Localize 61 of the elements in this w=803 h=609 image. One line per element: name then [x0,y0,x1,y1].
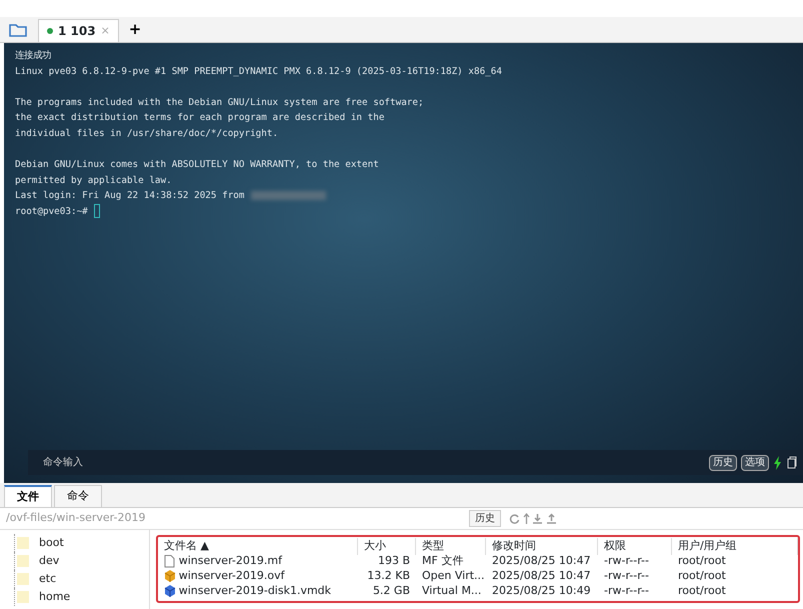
table-cell-text: 193 B [376,553,411,569]
column-header[interactable]: 修改时间 [486,538,598,554]
up-arrow-icon[interactable] [522,513,530,524]
column-header[interactable]: 大小 [358,538,416,554]
command-input-bar[interactable]: 命令输入 历史 选项 [28,450,803,475]
column-header[interactable]: 类型 [416,538,486,554]
folder-icon [17,555,29,567]
table-cell-text: 2025/08/25 10:49 [491,583,592,599]
terminal-line: The programs included with the Debian GNU/Linux system are free software; [15,96,424,108]
table-cell-text: root/root [677,568,727,584]
table-cell-text: 2025/08/25 10:47 [491,568,592,584]
table-cell-text: root/root [677,553,727,569]
table-cell-text: Virtual M... [421,583,482,599]
new-tab-button[interactable]: + [122,18,148,41]
file-name[interactable]: winserver-2019-disk1.vmdk [178,583,332,600]
toolbar-button[interactable]: 选项 [741,454,769,470]
terminal-cursor [94,204,100,218]
session-tab[interactable]: 1 103 × [38,19,119,42]
tree-item[interactable]: home [39,588,70,606]
terminal-line: root@pve03:~# [15,206,88,217]
panel-tab[interactable]: 命令 [54,485,102,507]
terminal-line: Last login: Fri Aug 22 14:38:52 2025 from [15,190,244,202]
tree-item[interactable]: dev [39,552,60,570]
download-icon[interactable] [532,513,544,524]
refresh-icon[interactable] [508,513,520,524]
tree-item[interactable]: etc [39,570,56,588]
folder-icon [17,573,29,585]
folder-icon [17,537,29,549]
file-name[interactable]: winserver-2019.ovf [178,568,284,584]
terminal-line: 连接成功 [15,50,51,61]
table-cell-text: Open Virt... [421,568,486,584]
tree-item[interactable]: boot [39,534,64,552]
command-input[interactable]: 命令输入 [41,450,705,475]
table-cell-text: 2025/08/25 10:47 [491,553,592,569]
table-cell-text: 13.2 KB [366,568,411,584]
upload-icon[interactable] [546,513,557,524]
terminal-line: Linux pve03 6.8.12-9-pve #1 SMP PREEMPT_DYNAMIC PMX 6.8.12-9 (2025-03-16T19:18Z) x86_64 [15,66,502,77]
terminal-line: Debian GNU/Linux comes with ABSOLUTELY NO WARRANTY, to the extent [15,159,379,170]
terminal-line: the exact distribution terms for each program are described in the [15,112,384,124]
column-header[interactable]: 权限 [598,538,672,554]
folder-icon[interactable] [8,22,28,38]
lightning-icon[interactable] [773,456,783,470]
folder-icon [17,591,29,603]
table-cell-text: 5.2 GB [372,583,411,599]
table-cell-text: -rw-r--r-- [603,568,650,584]
terminal-line: permitted by applicable law. [15,174,172,186]
copy-icon[interactable] [787,456,797,470]
toolbar-button[interactable]: 历史 [709,454,737,470]
column-header[interactable]: 用户/用户组 [672,538,798,554]
file-name[interactable]: winserver-2019.mf [178,553,282,570]
path-text: /ovf-files/win-server-2019 [6,510,146,526]
table-cell-text: root/root [677,583,727,599]
table-cell-text: -rw-r--r-- [603,553,650,569]
terminal-line: individual files in /usr/share/doc/*/copyright. [15,128,278,139]
file-icon [164,554,176,568]
table-cell-text: -rw-r--r-- [603,583,650,599]
table-cell-text: MF 文件 [421,553,464,569]
file-icon [164,584,176,598]
history-button[interactable]: 历史 [468,510,501,527]
panel-tab[interactable]: 文件 [4,485,52,507]
file-icon [164,570,176,583]
